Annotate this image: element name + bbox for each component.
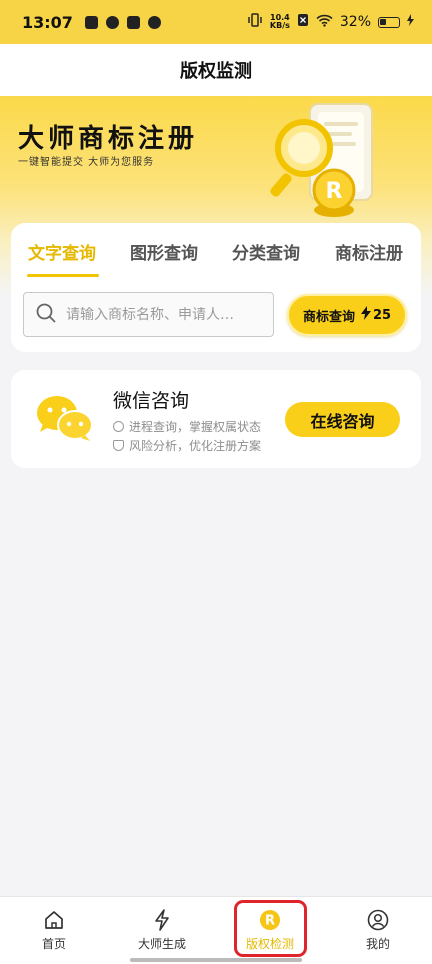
lightning-icon: [155, 909, 169, 931]
wechat-notification-icon: [147, 15, 161, 29]
status-left: 13:07: [22, 13, 161, 32]
page-title: 版权监测: [180, 61, 252, 82]
search-card: 文字查询 图形查询 分类查询 商标注册 商标查询 25: [11, 223, 421, 352]
charging-icon: [407, 14, 414, 30]
consult-title: 微信咨询: [113, 390, 190, 412]
status-right: 10.4 KB/s 32%: [247, 13, 414, 31]
consult-feature-1: 进程查询，掌握权属状态: [113, 418, 261, 435]
home-icon: [45, 911, 63, 929]
lightning-icon: [360, 306, 371, 324]
nav-copyright-check[interactable]: R 版权检测: [216, 897, 324, 964]
query-tabs: 文字查询 图形查询 分类查询 商标注册: [11, 223, 421, 279]
trademark-query-button[interactable]: 商标查询 25: [287, 294, 407, 336]
svg-text:R: R: [326, 179, 343, 204]
battery-percent: 32%: [339, 14, 371, 30]
online-consult-button[interactable]: 在线咨询: [285, 402, 400, 437]
wechat-consult-card: 微信咨询 进程查询，掌握权属状态 风险分析，优化注册方案 在线咨询: [11, 370, 421, 468]
nav-copyright-check-label: 版权检测: [245, 937, 294, 951]
bottom-nav: 首页 大师生成 R 版权检测 我的: [0, 896, 432, 964]
copyright-r-icon: R: [260, 910, 280, 930]
query-count: 25: [372, 307, 392, 323]
active-tab-underline: [27, 274, 99, 277]
tab-class-query[interactable]: 分类查询: [232, 239, 300, 264]
search-input[interactable]: [66, 306, 266, 323]
status-bar: 13:07 10.4 KB/s 32%: [0, 0, 432, 44]
check-notification-icon: [105, 15, 119, 29]
nav-profile-label: 我的: [365, 937, 390, 951]
user-icon: [367, 909, 389, 931]
shield-icon: [113, 440, 124, 451]
wechat-icon: [37, 396, 93, 441]
wifi-icon: [316, 14, 333, 31]
consult-feature-2: 风险分析，优化注册方案: [113, 437, 261, 454]
consult-feature-1-text: 进程查询，掌握权属状态: [129, 420, 262, 434]
mail-notification-icon: [84, 15, 98, 29]
hero-subtitle: 一键智能提交 大师为您服务: [18, 157, 155, 168]
status-time: 13:07: [22, 12, 73, 32]
tab-trademark-register[interactable]: 商标注册: [335, 239, 403, 264]
tab-text-query[interactable]: 文字查询: [28, 239, 96, 264]
battery-icon: [378, 16, 400, 28]
tab-graphic-query[interactable]: 图形查询: [130, 239, 198, 264]
nav-home[interactable]: 首页: [0, 897, 108, 964]
nav-master-generate-label: 大师生成: [137, 937, 186, 951]
nav-home-label: 首页: [41, 937, 66, 951]
no-sim-icon: [297, 13, 309, 31]
net-speed: 10.4 KB/s: [270, 14, 290, 30]
hero-title: 大师商标注册: [18, 124, 199, 154]
clock-icon: [113, 421, 124, 432]
net-speed-unit: KB/s: [269, 21, 290, 30]
search-icon: [36, 303, 56, 327]
nav-master-generate[interactable]: 大师生成: [108, 897, 216, 964]
app-notification-icon: [126, 15, 140, 29]
trademark-illustration: R: [270, 103, 373, 217]
consult-feature-2-text: 风险分析，优化注册方案: [129, 439, 262, 453]
vibrate-icon: [247, 13, 263, 31]
nav-profile[interactable]: 我的: [324, 897, 432, 964]
query-button-label: 商标查询: [302, 309, 355, 325]
svg-text:R: R: [265, 914, 275, 929]
title-bar: 版权监测: [0, 44, 432, 96]
search-box[interactable]: [23, 292, 274, 337]
home-indicator: [130, 958, 302, 962]
